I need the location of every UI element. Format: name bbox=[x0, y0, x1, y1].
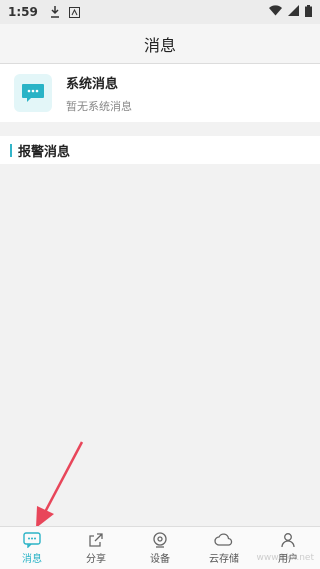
tab-label: 设备 bbox=[150, 553, 170, 565]
alarm-section-title: 报警消息 bbox=[18, 144, 71, 160]
page-title: 消息 bbox=[143, 35, 176, 55]
tab-messages[interactable]: 消息 bbox=[0, 527, 64, 569]
tab-devices[interactable]: 设备 bbox=[128, 527, 192, 569]
app-notification-icon bbox=[68, 5, 82, 19]
red-arrow-annotation bbox=[36, 441, 84, 528]
system-message-icon bbox=[14, 74, 52, 112]
device-icon bbox=[153, 531, 167, 548]
share-icon bbox=[89, 532, 103, 547]
wifi-icon bbox=[269, 5, 282, 19]
page-header: 消息 bbox=[0, 24, 320, 64]
tab-label: 消息 bbox=[22, 553, 42, 565]
signal-icon bbox=[288, 5, 299, 19]
tab-cloud-storage[interactable]: 云存储 bbox=[192, 527, 256, 569]
tab-label: 云存储 bbox=[209, 553, 239, 565]
status-bar: 1:59 bbox=[0, 0, 320, 24]
battery-icon bbox=[305, 4, 312, 20]
user-icon bbox=[281, 532, 295, 547]
system-message-subtitle: 暂无系统消息 bbox=[66, 99, 132, 113]
tab-share[interactable]: 分享 bbox=[64, 527, 128, 569]
chat-bubble-icon bbox=[22, 84, 44, 102]
tab-label: 分享 bbox=[86, 553, 106, 565]
system-message-item[interactable]: 系统消息 暂无系统消息 bbox=[0, 64, 320, 122]
cloud-icon bbox=[214, 532, 233, 546]
alarm-accent-bar bbox=[10, 143, 12, 157]
download-icon bbox=[48, 5, 62, 19]
alarm-section-header: 报警消息 bbox=[0, 136, 320, 164]
status-time: 1:59 bbox=[8, 5, 38, 19]
chat-icon bbox=[23, 531, 41, 548]
watermark: www.kkx.net bbox=[256, 553, 315, 563]
system-message-title: 系统消息 bbox=[66, 76, 119, 92]
